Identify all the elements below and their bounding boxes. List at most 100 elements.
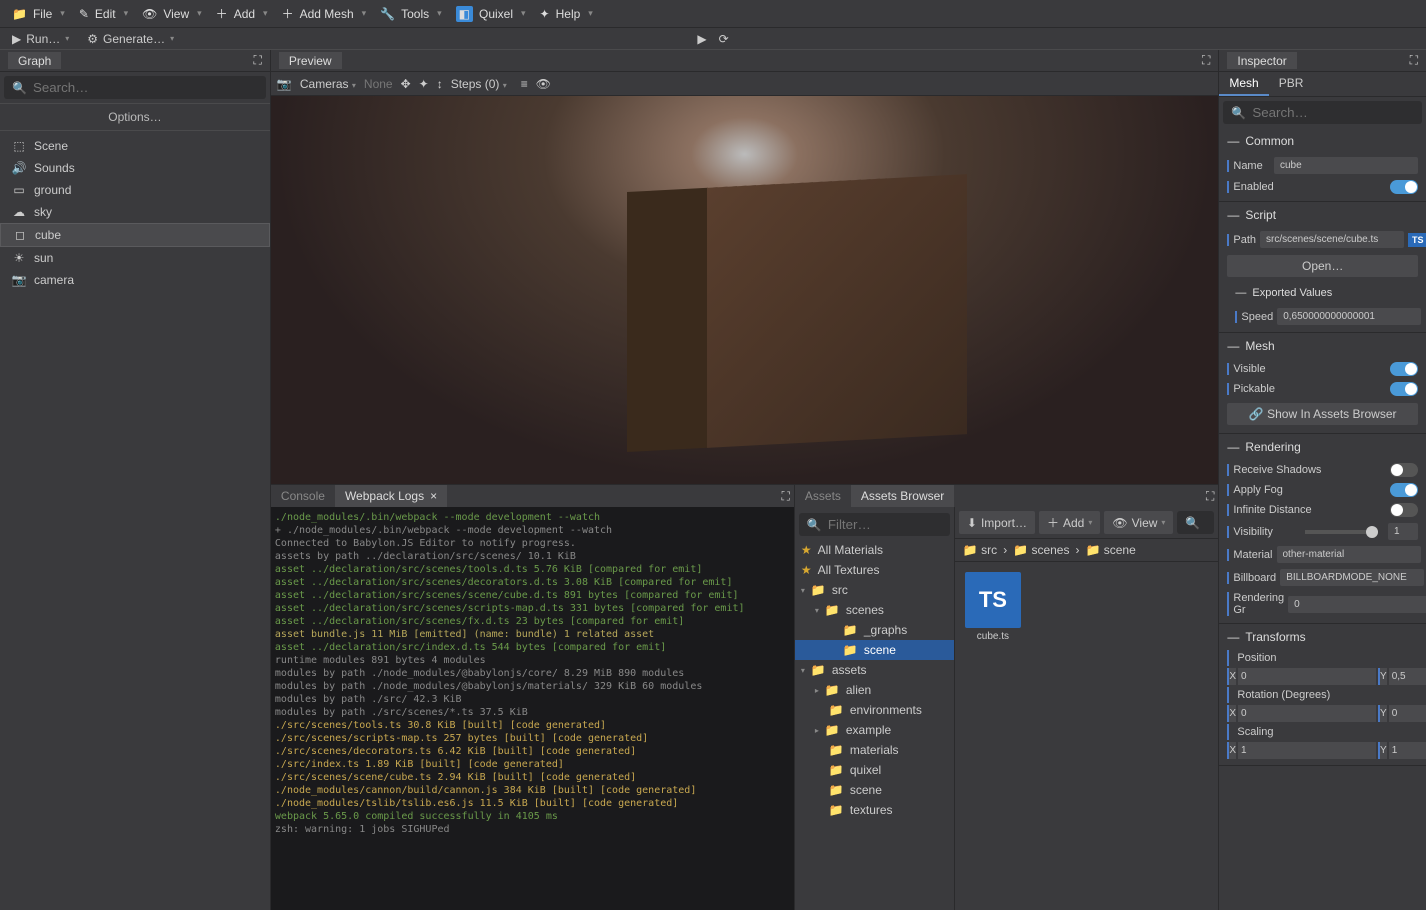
eye-icon[interactable]: 👁 xyxy=(536,77,551,91)
cameras-dropdown[interactable]: Cameras ▾ xyxy=(300,77,356,91)
position-label: Position xyxy=(1227,650,1426,666)
menu-icon[interactable]: ≡ xyxy=(521,77,528,91)
tree-item-camera[interactable]: 📷camera xyxy=(0,269,270,291)
graph-tab[interactable]: Graph xyxy=(8,52,61,69)
tree-item-sun[interactable]: ☀sun xyxy=(0,247,270,269)
menu-tools[interactable]: 🔧Tools▾ xyxy=(374,4,448,23)
graph-search[interactable]: 🔍 xyxy=(4,76,266,99)
folder-scene[interactable]: 📁scene xyxy=(795,640,954,660)
console-output[interactable]: ./node_modules/.bin/webpack --mode devel… xyxy=(271,507,794,910)
material-input[interactable] xyxy=(1277,546,1421,563)
folder-environments[interactable]: 📁environments xyxy=(795,700,954,720)
folder-scenes[interactable]: ▾📁scenes xyxy=(795,600,954,620)
folder-scene[interactable]: 📁scene xyxy=(795,780,954,800)
section-mesh[interactable]: — Mesh xyxy=(1219,333,1426,359)
folder-assets[interactable]: ▾📁assets xyxy=(795,660,954,680)
scaling-x-input[interactable] xyxy=(1238,742,1376,759)
show-in-browser-button[interactable]: 🔗 Show In Assets Browser xyxy=(1227,403,1418,425)
menu-file[interactable]: 📁File▾ xyxy=(6,4,71,23)
rg-input[interactable] xyxy=(1288,596,1426,613)
graph-search-input[interactable] xyxy=(33,80,258,95)
assets-filter[interactable]: 🔍 xyxy=(799,513,950,536)
open-button[interactable]: Open… xyxy=(1227,255,1418,277)
crumb-scenes[interactable]: 📁 scenes xyxy=(1013,543,1069,557)
run-button[interactable]: ▶ Run… ▾ xyxy=(6,30,75,48)
all-textures[interactable]: ★All Textures xyxy=(795,560,954,580)
move-icon[interactable]: ✥ xyxy=(401,77,411,91)
folder-textures[interactable]: 📁textures xyxy=(795,800,954,820)
preview-tab[interactable]: Preview xyxy=(279,52,342,69)
view-button[interactable]: 👁 View ▾ xyxy=(1104,511,1173,534)
steps-dropdown[interactable]: Steps (0) ▾ xyxy=(451,77,507,91)
options-button[interactable]: Options… xyxy=(0,103,270,131)
tab-webpack-logs[interactable]: Webpack Logs × xyxy=(335,485,447,507)
menu-help[interactable]: ✦Help▾ xyxy=(534,4,599,23)
tab-assets[interactable]: Assets xyxy=(795,485,851,507)
viewport[interactable] xyxy=(271,96,1218,484)
pickable-toggle[interactable] xyxy=(1390,382,1418,396)
menu-quixel[interactable]: ◧Quixel▾ xyxy=(450,4,532,23)
expand-icon[interactable]: ⛶ xyxy=(254,53,262,68)
position-x-input[interactable] xyxy=(1238,668,1376,685)
rotation-y-input[interactable] xyxy=(1389,705,1426,722)
section-script[interactable]: — Script xyxy=(1219,202,1426,228)
expand-icon[interactable]: ⛶ xyxy=(778,485,794,507)
menu-add[interactable]: ＋Add▾ xyxy=(210,4,274,23)
close-icon[interactable]: × xyxy=(430,489,437,503)
target-icon[interactable]: ✦ xyxy=(419,77,429,91)
scaling-y-input[interactable] xyxy=(1389,742,1426,759)
expand-icon[interactable]: ⛶ xyxy=(1202,485,1218,507)
expand-icon[interactable]: ⛶ xyxy=(1202,53,1210,68)
tree-item-Sounds[interactable]: 🔊Sounds xyxy=(0,157,270,179)
tree-item-ground[interactable]: ▭ground xyxy=(0,179,270,201)
folder-src[interactable]: ▾📁src xyxy=(795,580,954,600)
exported-values[interactable]: — Exported Values xyxy=(1219,281,1426,305)
folder-quixel[interactable]: 📁quixel xyxy=(795,760,954,780)
enabled-toggle[interactable] xyxy=(1390,180,1418,194)
generate-button[interactable]: ⚙ Generate… ▾ xyxy=(81,30,180,48)
infinite-toggle[interactable] xyxy=(1390,503,1418,517)
updown-icon[interactable]: ↕ xyxy=(437,77,443,91)
section-rendering[interactable]: — Rendering xyxy=(1219,434,1426,460)
billboard-input[interactable] xyxy=(1280,569,1424,586)
add-button[interactable]: ＋ Add ▾ xyxy=(1039,511,1100,534)
section-common[interactable]: — Common xyxy=(1219,128,1426,154)
menu-add-mesh[interactable]: ＋Add Mesh▾ xyxy=(276,4,373,23)
middle-column: Preview ⛶ 📷 Cameras ▾ None ✥ ✦ ↕ Steps (… xyxy=(271,50,1218,910)
visibility-slider[interactable] xyxy=(1305,530,1378,534)
menu-edit[interactable]: ✎Edit▾ xyxy=(73,4,134,23)
visible-toggle[interactable] xyxy=(1390,362,1418,376)
folder-alien[interactable]: ▸📁alien xyxy=(795,680,954,700)
section-transforms[interactable]: — Transforms xyxy=(1219,624,1426,650)
visibility-input[interactable] xyxy=(1388,523,1418,540)
rotation-x-input[interactable] xyxy=(1238,705,1376,722)
all-materials[interactable]: ★All Materials xyxy=(795,540,954,560)
menu-view[interactable]: 👁View▾ xyxy=(136,4,208,23)
tab-pbr[interactable]: PBR xyxy=(1269,72,1314,96)
tree-item-cube[interactable]: ◻cube xyxy=(0,223,270,247)
tab-assets-browser[interactable]: Assets Browser xyxy=(851,485,954,507)
tree-item-Scene[interactable]: ⬚Scene xyxy=(0,135,270,157)
play-icon[interactable]: ▶ xyxy=(697,32,706,46)
path-input[interactable] xyxy=(1260,231,1404,248)
asset-tile[interactable]: TS cube.ts xyxy=(965,572,1021,642)
folder-example[interactable]: ▸📁example xyxy=(795,720,954,740)
filter-input[interactable] xyxy=(828,517,942,532)
folder-_graphs[interactable]: 📁_graphs xyxy=(795,620,954,640)
tree-item-sky[interactable]: ☁sky xyxy=(0,201,270,223)
name-input[interactable] xyxy=(1274,157,1418,174)
crumb-scene[interactable]: 📁 scene xyxy=(1085,543,1135,557)
fog-toggle[interactable] xyxy=(1390,483,1418,497)
expand-icon[interactable]: ⛶ xyxy=(1410,53,1418,68)
shadows-toggle[interactable] xyxy=(1390,463,1418,477)
position-y-input[interactable] xyxy=(1389,668,1426,685)
speed-input[interactable] xyxy=(1277,308,1421,325)
reload-icon[interactable]: ⟳ xyxy=(719,32,729,46)
folder-materials[interactable]: 📁materials xyxy=(795,740,954,760)
crumb-src[interactable]: 📁 src xyxy=(963,543,997,557)
tab-console[interactable]: Console xyxy=(271,485,335,507)
inspector-search[interactable] xyxy=(1252,105,1414,120)
tab-mesh[interactable]: Mesh xyxy=(1219,72,1268,96)
import-button[interactable]: ⬇ Import… xyxy=(959,511,1035,534)
inspector-tab[interactable]: Inspector xyxy=(1227,52,1296,69)
